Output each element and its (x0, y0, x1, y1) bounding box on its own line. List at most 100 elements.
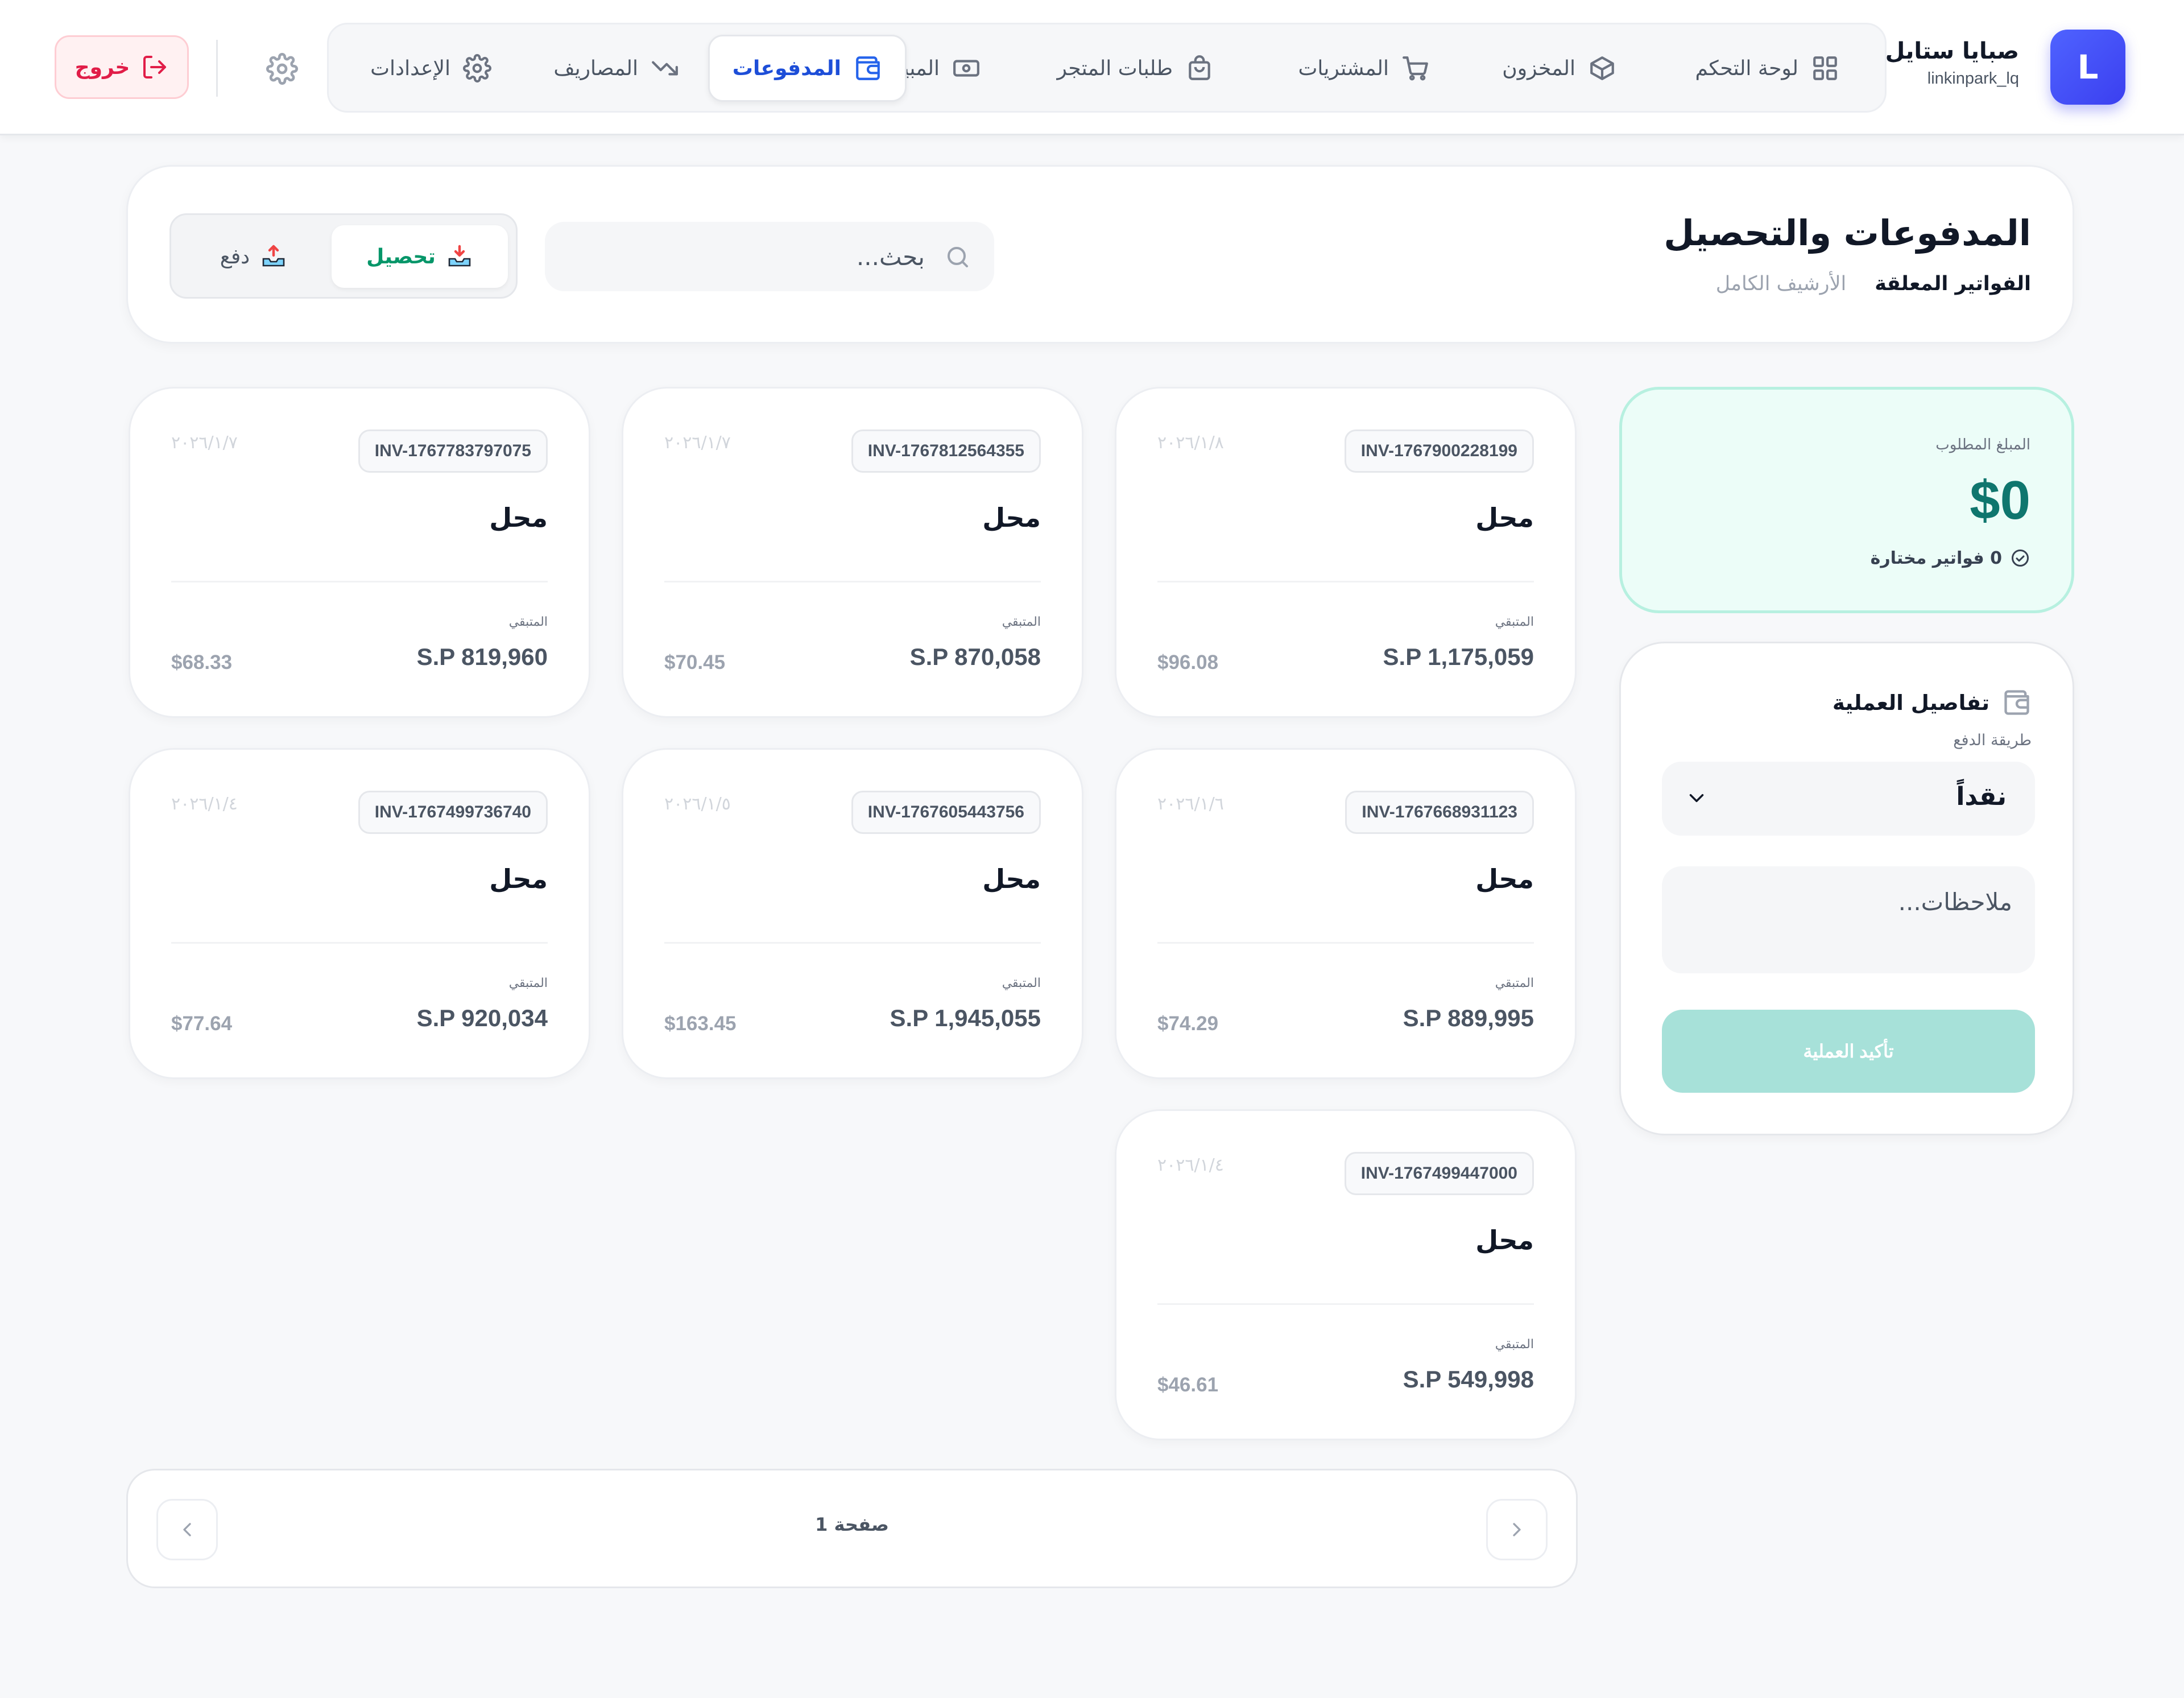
check-circle-icon (2010, 548, 2030, 568)
invoice-card[interactable]: INV-1767668931123 ٢٠٢٦/١/٦ محل المتبقي S… (1115, 748, 1577, 1079)
nav-label: المخزون (1502, 56, 1575, 80)
remaining-usd: $68.33 (171, 651, 233, 674)
notes-field[interactable] (1662, 866, 2035, 973)
box-icon (1588, 54, 1616, 82)
invoice-card[interactable]: INV-1767499447000 ٢٠٢٦/١/٤ محل المتبقي S… (1115, 1109, 1577, 1440)
divider (171, 581, 548, 582)
invoice-card[interactable]: INV-1767783797075 ٢٠٢٦/١/٧ محل المتبقي S… (129, 387, 590, 718)
nav-item-settings[interactable]: الإعدادات (348, 35, 514, 102)
nav-item-expenses[interactable]: المصاريف (531, 35, 702, 102)
wallet-icon (2002, 688, 2032, 717)
payment-method-select[interactable]: نقداً (1662, 762, 2035, 836)
collect-pay-toggle: تحصيل دفع (169, 213, 518, 299)
invoice-card[interactable]: INV-1767900228199 ٢٠٢٦/١/٨ محل المتبقي S… (1115, 387, 1577, 718)
topbar-divider (216, 40, 218, 97)
brand-name: صبايا ستايل (1885, 38, 2019, 64)
brand: صبايا ستايل linkinpark_lq (1885, 35, 2019, 90)
invoice-party: محل (1475, 864, 1534, 894)
confirm-operation-button[interactable]: تأكيد العملية (1662, 1010, 2035, 1093)
nav-label: الإعدادات (370, 56, 450, 80)
pagination: صفحة 1 (126, 1469, 1578, 1588)
invoice-id: INV-1767499447000 (1344, 1152, 1534, 1195)
divider (664, 581, 1041, 582)
invoice-id: INV-1767783797075 (358, 429, 548, 473)
outbox-tray-icon (260, 243, 287, 270)
invoice-party: محل (982, 502, 1041, 533)
payment-method-label: طريقة الدفع (1953, 732, 2032, 749)
nav-item-payments[interactable]: المدفوعات (708, 35, 907, 102)
invoice-id: INV-1767668931123 (1345, 791, 1534, 834)
grid-icon (1811, 54, 1839, 82)
invoice-id: INV-1767812564355 (851, 429, 1041, 473)
pay-toggle-button[interactable]: دفع (183, 225, 325, 288)
next-page-button[interactable] (156, 1499, 218, 1560)
remaining-label: المتبقي (1495, 976, 1534, 990)
remaining-usd: $96.08 (1157, 651, 1219, 674)
nav-label: المدفوعات (732, 56, 841, 80)
invoice-party: محل (1475, 1225, 1534, 1255)
remaining-usd: $74.29 (1157, 1013, 1219, 1035)
invoice-id: INV-1767499736740 (358, 791, 548, 834)
payment-method-value: نقداً (1956, 782, 2007, 811)
remaining-usd: $163.45 (664, 1013, 737, 1035)
logout-label: خروج (75, 55, 130, 79)
page-title: المدفوعات والتحصيل (1664, 212, 2031, 254)
remaining-amount: S.P 1,945,055 (890, 1005, 1041, 1031)
trend-down-icon (651, 54, 679, 82)
invoice-date: ٢٠٢٦/١/٤ (1157, 1155, 1224, 1175)
invoice-id: INV-1767605443756 (851, 791, 1041, 834)
invoice-tabs: الفواتير المعلقة الأرشيف الكامل (1716, 272, 2031, 295)
invoice-party: محل (489, 502, 548, 533)
search-input[interactable] (585, 222, 926, 291)
invoice-card[interactable]: INV-1767605443756 ٢٠٢٦/١/٥ محل المتبقي S… (622, 748, 1083, 1079)
remaining-label: المتبقي (1495, 1337, 1534, 1352)
brand-username: linkinpark_lq (1927, 69, 2019, 88)
selected-count-text: 0 فواتير مختارة (1870, 548, 2002, 568)
remaining-label: المتبقي (508, 615, 548, 629)
invoice-id: INV-1767900228199 (1344, 429, 1534, 473)
nav-item-dashboard[interactable]: لوحة التحكم (1673, 35, 1862, 102)
divider (171, 942, 548, 944)
remaining-amount: S.P 549,998 (1403, 1366, 1534, 1393)
nav-item-store-orders[interactable]: طلبات المتجر (1035, 35, 1236, 102)
amount-value: $0 (1970, 470, 2030, 531)
nav-label: لوحة التحكم (1695, 56, 1798, 80)
tab-pending-invoices[interactable]: الفواتير المعلقة (1875, 272, 2031, 295)
remaining-label: المتبقي (1002, 976, 1041, 990)
remaining-amount: S.P 819,960 (416, 643, 548, 670)
collect-label: تحصيل (366, 245, 436, 268)
nav-item-inventory[interactable]: المخزون (1479, 35, 1639, 102)
nav-label: طلبات المتجر (1057, 56, 1173, 80)
tab-full-archive[interactable]: الأرشيف الكامل (1716, 272, 1846, 295)
divider (1157, 1303, 1534, 1305)
invoice-party: محل (1475, 502, 1534, 533)
divider (664, 942, 1041, 944)
amount-label: المبلغ المطلوب (1935, 436, 2030, 453)
pay-label: دفع (220, 245, 250, 268)
page-header-card: المدفوعات والتحصيل الفواتير المعلقة الأر… (126, 165, 2074, 344)
avatar[interactable]: L (2050, 30, 2125, 105)
invoice-card[interactable]: INV-1767499736740 ٢٠٢٦/١/٤ محل المتبقي S… (129, 748, 590, 1079)
gear-icon (463, 54, 491, 82)
invoice-date: ٢٠٢٦/١/٦ (1157, 794, 1224, 814)
cart-icon (1401, 54, 1430, 82)
remaining-usd: $70.45 (664, 651, 726, 674)
details-title-text: تفاصيل العملية (1832, 690, 1989, 715)
chevron-left-icon (176, 1518, 198, 1541)
settings-gear-icon[interactable] (266, 53, 298, 85)
invoice-party: محل (982, 864, 1041, 894)
page-indicator: صفحة 1 (815, 1514, 889, 1535)
nav-item-purchases[interactable]: المشتريات (1275, 35, 1453, 102)
logout-button[interactable]: خروج (55, 35, 189, 99)
remaining-label: المتبقي (1002, 615, 1041, 629)
divider (1157, 581, 1534, 582)
top-bar: L صبايا ستايل linkinpark_lq لوحة التحكم … (0, 0, 2184, 135)
invoice-card[interactable]: INV-1767812564355 ٢٠٢٦/١/٧ محل المتبقي S… (622, 387, 1083, 718)
remaining-amount: S.P 889,995 (1403, 1005, 1534, 1031)
invoice-date: ٢٠٢٦/١/٤ (171, 794, 238, 814)
collect-toggle-button[interactable]: تحصيل (332, 225, 508, 288)
search-icon (944, 243, 971, 271)
remaining-amount: S.P 870,058 (909, 643, 1041, 670)
nav-label: المصاريف (553, 56, 638, 80)
remaining-amount: S.P 1,175,059 (1383, 643, 1534, 670)
